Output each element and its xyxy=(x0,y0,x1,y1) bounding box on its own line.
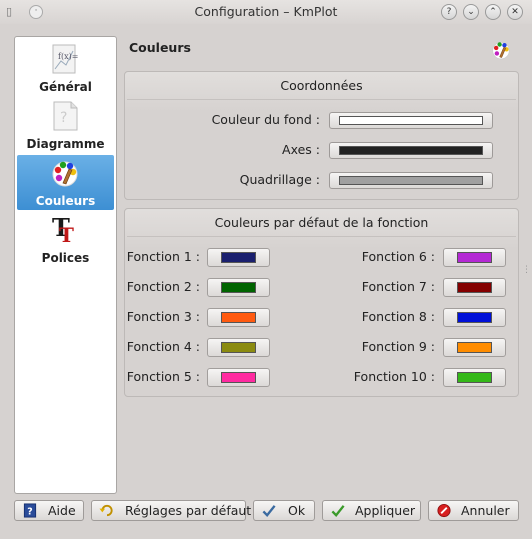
color-swatch xyxy=(221,372,256,383)
function-color-button[interactable] xyxy=(443,338,506,357)
function-color-label: Fonction 7 : xyxy=(361,279,435,294)
svg-text:T: T xyxy=(59,223,74,246)
ok-button[interactable]: Ok xyxy=(253,500,315,521)
svg-text:f(x)=: f(x)= xyxy=(58,52,78,61)
background-color-label: Couleur du fond : xyxy=(211,112,320,127)
function-color-label: Fonction 2 : xyxy=(126,279,200,294)
color-swatch xyxy=(457,282,492,293)
svg-text:?: ? xyxy=(27,506,32,517)
diagram-page-icon: ? xyxy=(53,101,78,131)
function-color-label: Fonction 6 : xyxy=(361,249,435,264)
function-color-button[interactable] xyxy=(443,278,506,297)
function-color-button[interactable] xyxy=(207,248,270,267)
color-swatch xyxy=(457,372,492,383)
ok-button-label: Ok xyxy=(288,503,306,518)
function-colors-group-title: Couleurs par défaut de la fonction xyxy=(125,215,518,237)
color-swatch xyxy=(339,146,483,155)
color-swatch xyxy=(339,116,483,125)
title-bar: ▯ · Configuration – KmPlot ? ⌄ ⌃ ✕ xyxy=(0,0,532,24)
group-title-text: Coordonnées xyxy=(280,78,363,93)
sidebar-item-label: Général xyxy=(39,80,92,94)
function-color-label: Fonction 9 : xyxy=(361,339,435,354)
general-fx-icon: f(x)= xyxy=(52,44,78,74)
sidebar-item-colors[interactable]: Couleurs xyxy=(17,155,114,210)
color-swatch xyxy=(221,312,256,323)
color-palette-icon xyxy=(52,161,78,187)
coordinates-group-title: Coordonnées xyxy=(125,78,518,100)
defaults-button[interactable]: Réglages par défaut xyxy=(91,500,251,521)
sidebar-item-general[interactable]: f(x)= Général xyxy=(17,41,114,96)
sidebar-item-label: Polices xyxy=(41,251,90,265)
grid-color-label: Quadrillage : xyxy=(239,172,320,187)
axes-color-label: Axes : xyxy=(282,142,320,157)
color-swatch xyxy=(457,342,492,353)
cancel-icon xyxy=(437,503,451,518)
divider xyxy=(127,236,516,237)
group-title-text: Couleurs par défaut de la fonction xyxy=(214,215,429,230)
defaults-button-label: Réglages par défaut xyxy=(125,503,252,518)
function-color-label: Fonction 10 : xyxy=(353,369,435,384)
help-icon[interactable]: ? xyxy=(441,4,457,20)
function-color-button[interactable] xyxy=(207,368,270,387)
sidebar-item-label: Couleurs xyxy=(35,194,96,208)
function-color-button[interactable] xyxy=(443,308,506,327)
minimize-icon[interactable]: ⌄ xyxy=(463,4,479,20)
coordinates-group: Coordonnées Couleur du fond : Axes : Qua… xyxy=(124,71,519,200)
color-palette-icon xyxy=(492,42,510,60)
function-color-button[interactable] xyxy=(207,278,270,297)
resize-grip-icon[interactable]: ⋮ xyxy=(522,265,531,275)
help-button-label: Aide xyxy=(48,503,76,518)
undo-arrow-icon xyxy=(99,504,113,517)
function-color-button[interactable] xyxy=(207,338,270,357)
color-swatch xyxy=(221,342,256,353)
sidebar-item-label: Diagramme xyxy=(26,137,105,151)
function-color-button[interactable] xyxy=(443,248,506,267)
sidebar-item-fonts[interactable]: T T Polices xyxy=(17,212,114,267)
color-swatch xyxy=(339,176,483,185)
divider xyxy=(127,99,516,100)
function-color-label: Fonction 5 : xyxy=(126,369,200,384)
function-color-label: Fonction 8 : xyxy=(361,309,435,324)
maximize-icon[interactable]: ⌃ xyxy=(485,4,501,20)
background-color-button[interactable] xyxy=(329,112,493,129)
help-book-icon: ? xyxy=(23,503,37,518)
checkmark-icon xyxy=(331,505,345,517)
checkmark-icon xyxy=(262,505,276,517)
function-color-label: Fonction 4 : xyxy=(126,339,200,354)
page-title: Couleurs xyxy=(129,40,191,55)
svg-text:?: ? xyxy=(60,110,67,126)
close-icon[interactable]: ✕ xyxy=(507,4,523,20)
color-swatch xyxy=(457,312,492,323)
sidebar-item-diagram[interactable]: ? Diagramme xyxy=(17,98,114,153)
apply-button[interactable]: Appliquer xyxy=(322,500,421,521)
apply-button-label: Appliquer xyxy=(355,503,416,518)
color-swatch xyxy=(221,252,256,263)
function-color-label: Fonction 1 : xyxy=(126,249,200,264)
fonts-icon: T T xyxy=(52,214,74,246)
function-color-label: Fonction 3 : xyxy=(126,309,200,324)
function-colors-group: Couleurs par défaut de la fonction Fonct… xyxy=(124,208,519,397)
function-color-button[interactable] xyxy=(207,308,270,327)
cancel-button-label: Annuler xyxy=(461,503,510,518)
color-swatch xyxy=(457,252,492,263)
grid-color-button[interactable] xyxy=(329,172,493,189)
cancel-button[interactable]: Annuler xyxy=(428,500,519,521)
color-swatch xyxy=(221,282,256,293)
axes-color-button[interactable] xyxy=(329,142,493,159)
help-button[interactable]: ? Aide xyxy=(14,500,84,521)
sidebar: f(x)= Général ? Diagramme Couleurs T T P… xyxy=(14,36,117,494)
function-color-button[interactable] xyxy=(443,368,506,387)
